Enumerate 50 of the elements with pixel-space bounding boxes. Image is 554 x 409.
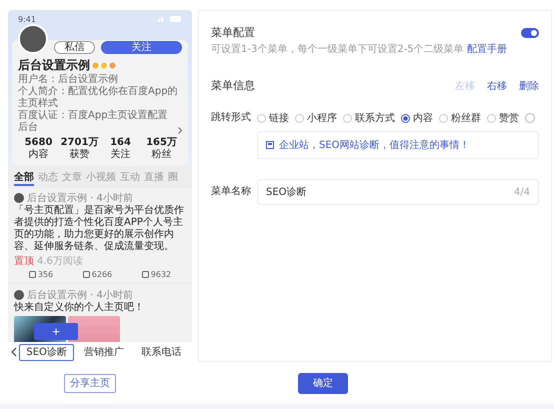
post-text: 「号主页配置」是百家号为平台优质作者提供的打造个性化百度APP个人号主页的功能，助力您更好的展示创作内容、延伸服务链条、促成流量变现。 xyxy=(14,205,185,253)
back-chevron-icon[interactable] xyxy=(11,347,17,357)
author-avatar xyxy=(14,290,24,300)
follow-button[interactable]: 关注 xyxy=(101,41,182,54)
signal-battery-icon xyxy=(158,16,182,22)
status-time: 9:41 xyxy=(18,14,36,24)
intro: 个人简介：配置优化你在百度App的主页样式 xyxy=(18,86,179,110)
post-author: 后台设置示例 · 4小时前 xyxy=(27,192,133,204)
add-menu-button[interactable]: + xyxy=(34,323,78,340)
stat: 164 关注 xyxy=(109,137,132,161)
username: 用户名：后台设置示例 xyxy=(18,74,119,86)
like-count[interactable]: 9632 xyxy=(142,270,172,279)
article-icon xyxy=(266,141,274,149)
manual-link[interactable]: 配置手册 xyxy=(466,44,507,55)
post-text: 快来自定义你的个人主页吧！ xyxy=(14,302,145,314)
menu-tab[interactable]: SEO诊断 xyxy=(19,344,74,360)
feed-tab[interactable]: 全部 xyxy=(14,170,34,186)
menu-name-input[interactable]: SEO诊断 4/4 xyxy=(257,179,539,205)
jump-radio[interactable]: 联系方式 xyxy=(343,111,395,125)
comment-count[interactable]: 6266 xyxy=(82,270,112,279)
read-count: 4.6万阅读 xyxy=(37,254,83,268)
field-label: 跳转形式 xyxy=(211,111,252,125)
section-title: 菜单信息 xyxy=(211,78,255,93)
author-avatar xyxy=(14,193,24,203)
char-counter: 4/4 xyxy=(514,186,530,198)
badge-icons xyxy=(92,62,116,69)
share-button[interactable]: 分享主页 xyxy=(64,374,116,392)
stat: 5680 内容 xyxy=(24,137,54,161)
jump-radio[interactable]: 粉丝群 xyxy=(439,111,481,125)
stat: 2701万 获赞 xyxy=(60,137,100,161)
chevron-right-icon xyxy=(178,127,182,134)
confirm-button[interactable]: 确定 xyxy=(298,372,348,394)
jump-radio[interactable]: 小程序 xyxy=(295,111,337,125)
jump-radio[interactable]: 内容 xyxy=(401,111,433,125)
section-title: 菜单配置 xyxy=(211,25,255,40)
menu-action-link[interactable]: 删除 xyxy=(519,78,539,92)
message-button[interactable]: 私信 xyxy=(54,41,96,54)
menu-action-link[interactable]: 右移 xyxy=(487,78,507,92)
content-link[interactable]: 企业站，SEO网站诊断，值得注意的事情！ xyxy=(279,138,470,152)
repost-count[interactable]: 356 xyxy=(28,270,54,279)
menu-toggle[interactable] xyxy=(521,28,539,38)
pinned-tag: 置顶 xyxy=(14,254,34,268)
stat: 165万 粉丝 xyxy=(145,137,178,161)
profile-name: 后台设置示例 xyxy=(18,57,90,74)
field-label: 菜单名称 xyxy=(211,185,252,199)
jump-radio[interactable]: 链接 xyxy=(257,111,289,125)
menu-description: 可设置1-3个菜单，每个一级菜单下可设置2-5个二级菜单 配置手册 xyxy=(211,42,508,56)
jump-radio[interactable]: 赞赏 xyxy=(487,111,519,125)
certification: 百度认证：百度App主页设置配置后台 xyxy=(18,110,169,134)
post-author: 后台设置示例 · 4小时前 xyxy=(27,288,133,302)
